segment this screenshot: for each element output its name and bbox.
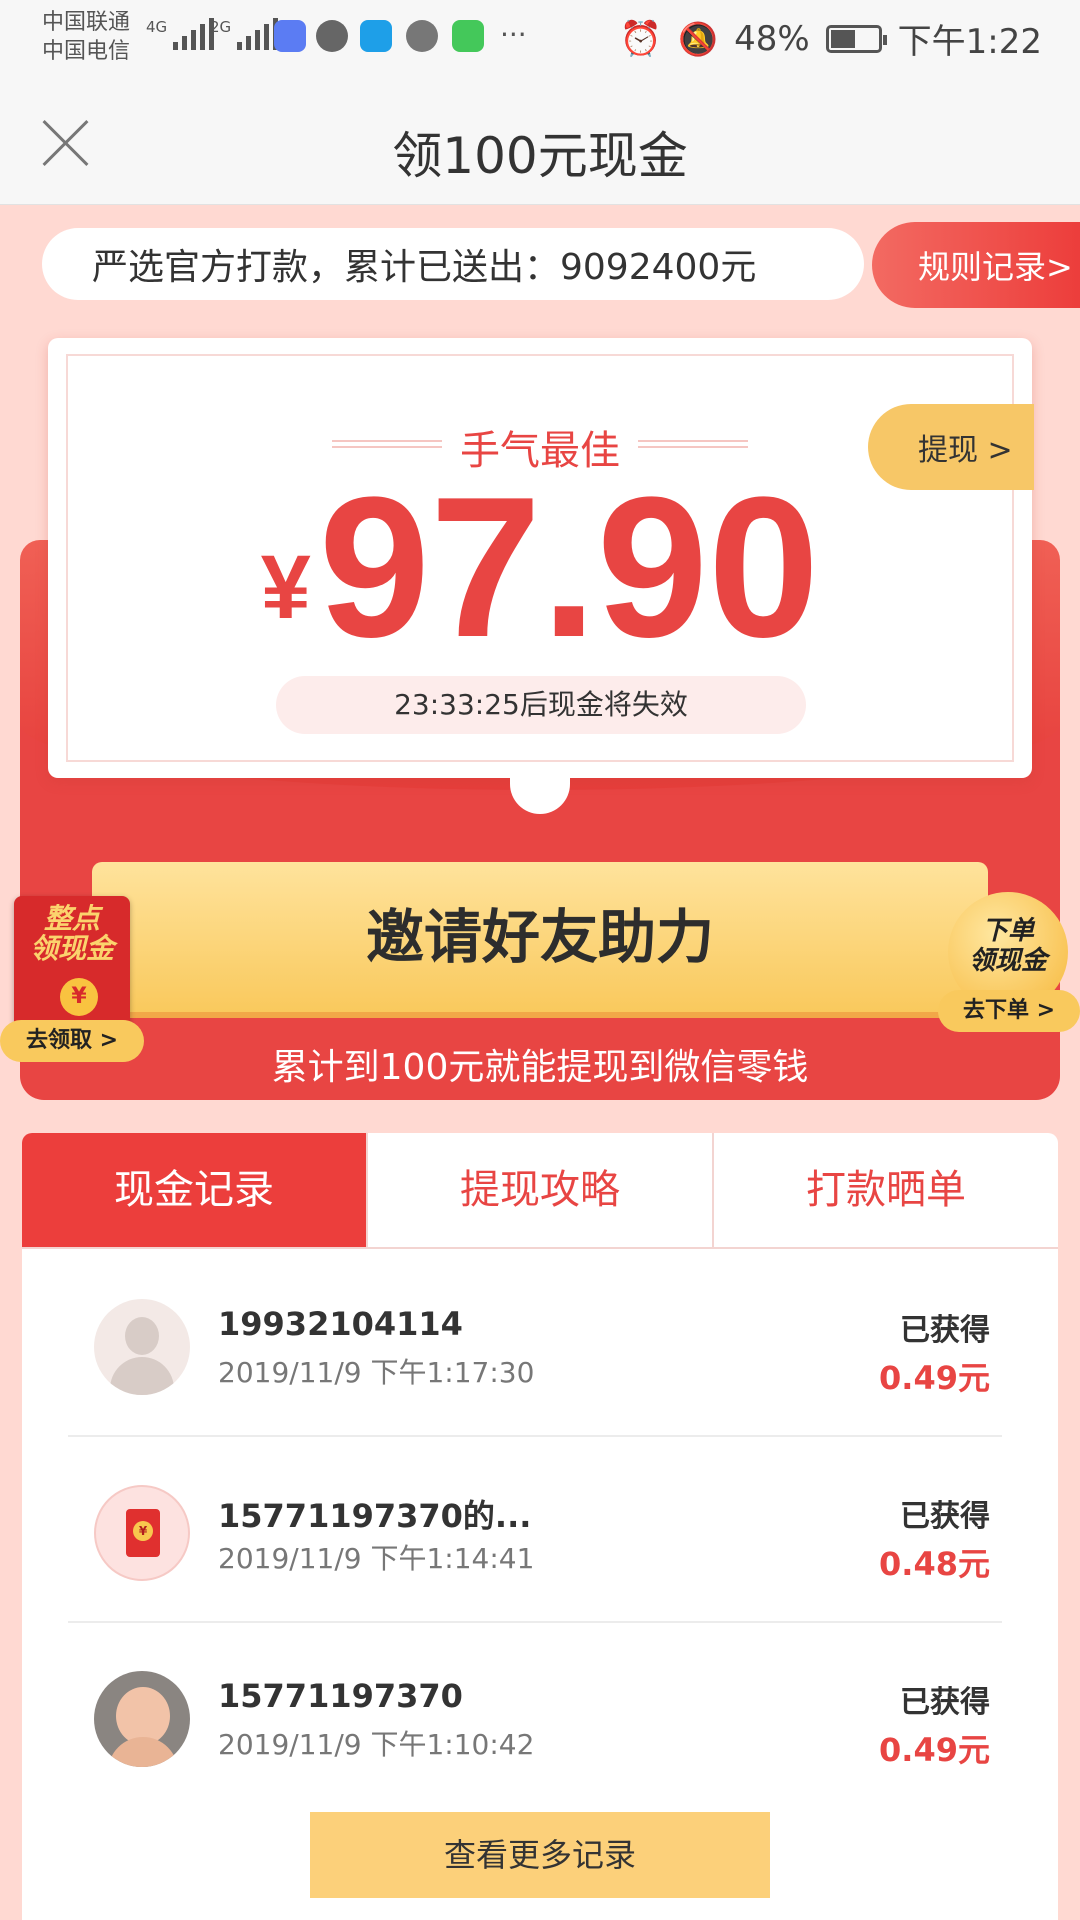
red-packet-avatar: ¥ [94,1485,190,1581]
status-right: ⏰ 🔕 48% 下午1:22 [620,14,1042,63]
records-panel: 现金记录 提现攻略 打款晒单 19932104114 2019/11/9 下午1… [22,1133,1058,1920]
record-row: ¥ 15771197370的... 2019/11/9 下午1:14:41 已获… [68,1437,1002,1623]
amount-value: 97.90 [318,456,820,679]
signal-icon-1: 4G [146,18,215,50]
record-amount: 0.49元 [879,1731,990,1769]
video-app-icon [452,20,484,52]
record-amount: 0.48元 [879,1545,990,1583]
rules-records-button[interactable]: 规则记录> [872,222,1080,308]
expiry-countdown: 23:33:25后现金将失效 [276,676,806,734]
record-name: 19932104114 [218,1305,463,1343]
battery-icon [825,24,887,53]
record-row: 15771197370 2019/11/9 下午1:10:42 已获得 0.49… [68,1623,1002,1809]
cash-amount: ¥ 97.90 [0,456,1080,679]
tab-withdraw-guide[interactable]: 提现攻略 [368,1133,714,1247]
carrier-labels: 中国联通 中国电信 [42,8,130,66]
invite-subtitle: 累计到100元就能提现到微信零钱 [271,1047,809,1088]
currency-symbol: ¥ [260,538,311,638]
status-bar: 中国联通 中国电信 4G 2G ··· ⏰ 🔕 48% 下午1:22 [0,0,1080,80]
go-order-button[interactable]: 去下单 > [938,990,1080,1032]
record-name: 15771197370 [218,1677,463,1715]
record-time: 2019/11/9 下午1:17:30 [218,1356,535,1389]
battery-percent: 48% [734,18,810,59]
alarm-icon: ⏰ [619,18,663,59]
mute-icon: 🔕 [678,19,719,58]
more-notifications-icon: ··· [500,18,527,51]
tab-cash-records[interactable]: 现金记录 [22,1133,368,1247]
tv-app-icon [360,20,392,52]
page-title: 领100元现金 [392,127,688,185]
record-label: 已获得 [900,1313,990,1348]
carrier-2: 中国电信 [42,39,131,64]
withdraw-button[interactable]: 提现 > [868,404,1034,490]
claim-button[interactable]: 去领取 > [0,1020,144,1062]
coin-icon: ¥ [60,978,98,1016]
record-label: 已获得 [900,1499,990,1534]
cloud-icon [316,20,348,52]
record-time: 2019/11/9 下午1:14:41 [218,1542,535,1575]
record-row: 19932104114 2019/11/9 下午1:17:30 已获得 0.49… [68,1251,1002,1437]
signal-icon-2: 2G [210,18,279,50]
avatar [94,1671,190,1767]
record-amount: 0.49元 [879,1359,990,1397]
nav-bar: 领100元现金 [0,80,1080,205]
hourly-cash-badge[interactable]: 整点 领现金 ¥ [14,896,130,1036]
view-more-records-button[interactable]: 查看更多记录 [310,1812,770,1898]
tab-payout-showcase[interactable]: 打款晒单 [714,1133,1058,1247]
music-app-icon [274,20,306,52]
shield-app-icon [406,20,438,52]
invite-friends-button[interactable]: 邀请好友助力 [92,862,988,1012]
carrier-1: 中国联通 [42,10,131,35]
red-packet-icon: ¥ [126,1509,160,1557]
avatar [94,1299,190,1395]
record-name: 15771197370的... [218,1497,532,1535]
tab-bar: 现金记录 提现攻略 打款晒单 [22,1133,1058,1249]
payout-ticker: 严选官方打款，累计已送出：9092400元 [42,228,864,300]
record-label: 已获得 [900,1685,990,1720]
record-time: 2019/11/9 下午1:10:42 [218,1728,535,1761]
clock: 下午1:22 [897,22,1042,62]
